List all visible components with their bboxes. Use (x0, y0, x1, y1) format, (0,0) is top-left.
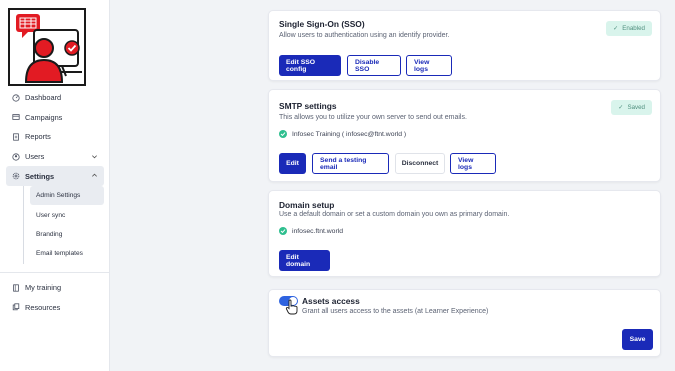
sidebar-item-label: Campaigns (25, 112, 63, 122)
status-badge: ✓ Saved (611, 100, 652, 115)
sidebar-divider (0, 272, 110, 273)
sso-view-logs-button[interactable]: View logs (406, 55, 452, 76)
reports-icon (12, 133, 20, 141)
sidebar: Dashboard Campaigns Reports Users Settin… (0, 0, 110, 371)
smtp-title: SMTP settings (279, 101, 337, 111)
sidebar-item-users[interactable]: Users (6, 147, 104, 167)
edit-domain-button[interactable]: Edit domain (279, 250, 330, 271)
assets-description: Grant all users access to the assets (at… (302, 308, 489, 315)
sidebar-item-dashboard[interactable]: Dashboard (6, 88, 104, 108)
sidebar-item-label: Dashboard (25, 93, 62, 103)
settings-icon (12, 172, 20, 180)
check-circle-icon (279, 227, 287, 235)
sso-title: Single Sign-On (SSO) (279, 19, 365, 29)
sidebar-item-settings[interactable]: Settings (6, 166, 104, 186)
sidebar-item-campaigns[interactable]: Campaigns (6, 108, 104, 128)
assets-card: Assets access Grant all users access to … (268, 289, 661, 357)
domain-value: infosec.ftnt.world (279, 227, 343, 235)
hand-cursor-icon (285, 299, 298, 315)
status-badge: ✓ Enabled (606, 21, 652, 36)
chevron-up-icon[interactable] (91, 172, 98, 179)
sidebar-item-reports[interactable]: Reports (6, 127, 104, 147)
domain-card: Domain setup Use a default domain or set… (268, 190, 661, 277)
app-logo (8, 8, 86, 86)
check-icon: ✓ (618, 104, 624, 111)
settings-submenu: Admin Settings User sync Branding Email … (23, 185, 104, 264)
sidebar-subitem-user-sync[interactable]: User sync (30, 205, 104, 224)
resources-icon (12, 303, 20, 311)
sidebar-nav: Dashboard Campaigns Reports Users Settin… (6, 88, 104, 264)
sidebar-item-resources[interactable]: Resources (6, 298, 104, 318)
check-icon: ✓ (613, 25, 619, 32)
presenter-logo-icon (16, 14, 82, 83)
sidebar-bottom-nav: My training Resources (6, 278, 104, 317)
smtp-description: This allows you to utilize your own serv… (279, 114, 467, 121)
sidebar-item-label: My training (25, 283, 62, 293)
send-testing-email-button[interactable]: Send a testing email (312, 153, 389, 174)
users-icon (12, 152, 20, 161)
sidebar-subitem-admin-settings[interactable]: Admin Settings (30, 185, 104, 206)
domain-description: Use a default domain or set a custom dom… (279, 211, 510, 218)
assets-title: Assets access (302, 296, 360, 306)
sidebar-item-label: Users (25, 152, 45, 162)
check-circle-icon (279, 130, 287, 138)
save-button[interactable]: Save (622, 329, 653, 350)
edit-sso-config-button[interactable]: Edit SSO config (279, 55, 341, 76)
smtp-view-logs-button[interactable]: View logs (450, 153, 496, 174)
smtp-account: Infosec Training ( infosec@ftnt.world ) (279, 130, 406, 138)
dashboard-icon (12, 94, 20, 102)
campaigns-icon (12, 113, 20, 121)
sso-card: Single Sign-On (SSO) Allow users to auth… (268, 10, 661, 81)
sidebar-item-label: Reports (25, 132, 51, 142)
training-icon (12, 284, 20, 292)
domain-title: Domain setup (279, 200, 335, 210)
sidebar-item-my-training[interactable]: My training (6, 278, 104, 298)
sidebar-item-label: Settings (25, 171, 55, 181)
sso-description: Allow users to authentication using an i… (279, 32, 450, 39)
chevron-down-icon[interactable] (91, 153, 98, 160)
sidebar-subitem-email-templates[interactable]: Email templates (30, 244, 104, 263)
disable-sso-button[interactable]: Disable SSO (347, 55, 401, 76)
disconnect-button[interactable]: Disconnect (395, 153, 445, 174)
sidebar-subitem-branding[interactable]: Branding (30, 225, 104, 244)
smtp-edit-button[interactable]: Edit (279, 153, 306, 174)
smtp-card: SMTP settings This allows you to utilize… (268, 89, 661, 182)
sidebar-item-label: Resources (25, 302, 61, 312)
